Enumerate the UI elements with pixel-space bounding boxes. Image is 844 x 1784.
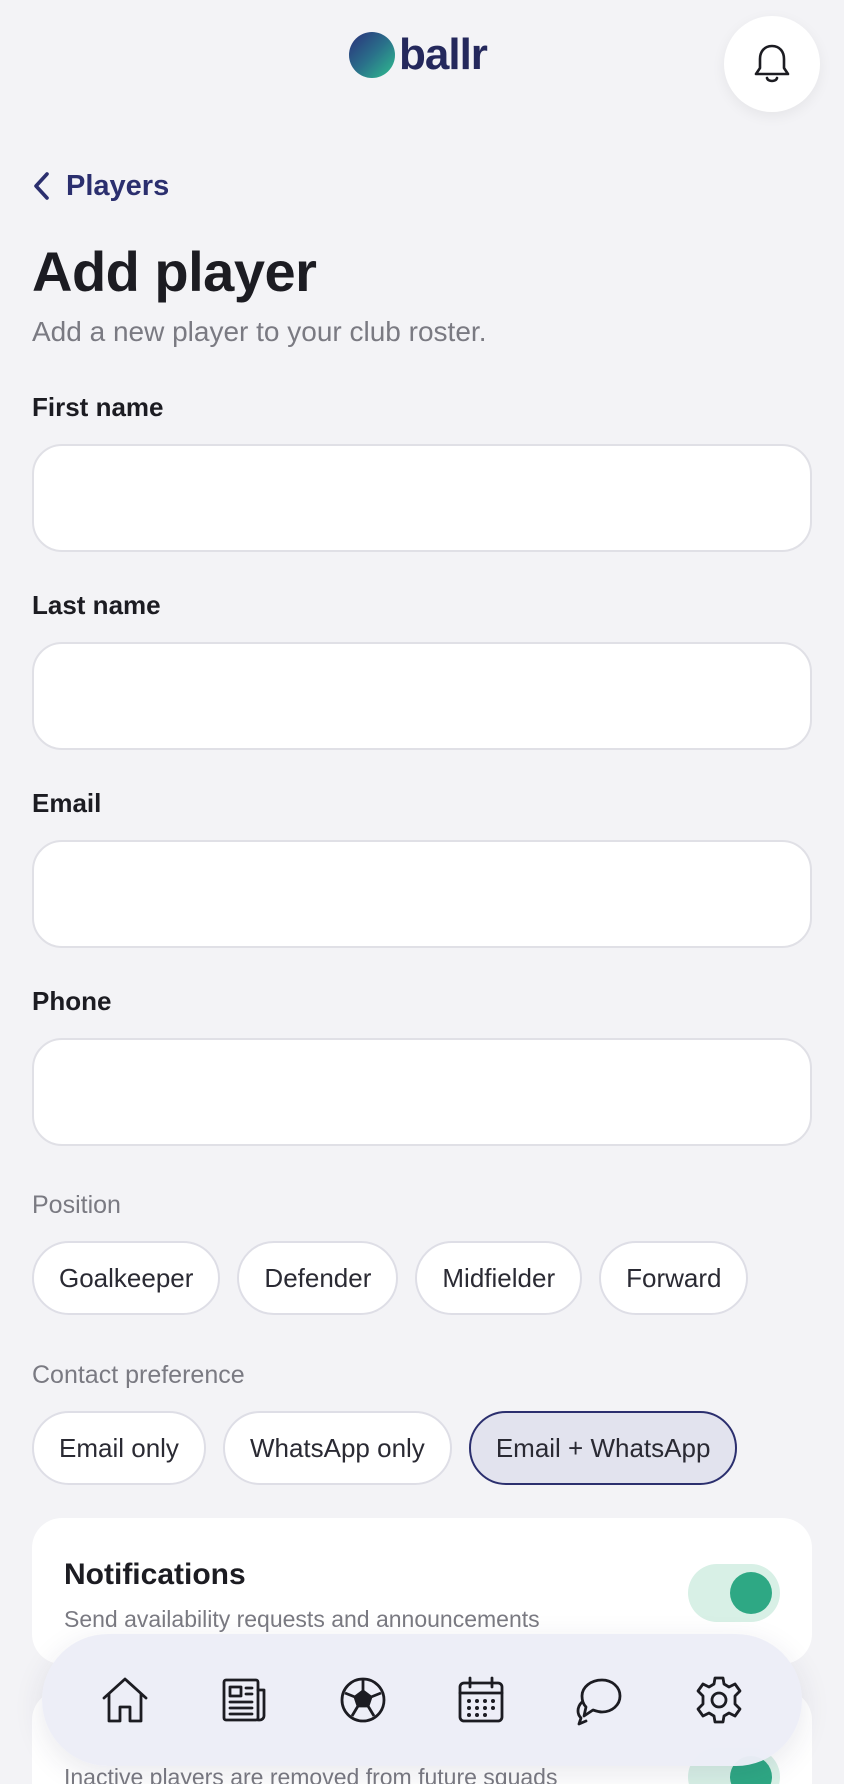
notifications-title: Notifications xyxy=(64,1558,246,1591)
email-input[interactable] xyxy=(32,840,812,948)
position-chip-goalkeeper[interactable]: Goalkeeper xyxy=(32,1241,221,1315)
football-icon xyxy=(340,1677,386,1723)
contact-chip-whatsapp-only[interactable]: WhatsApp only xyxy=(222,1411,452,1485)
back-to-players-link[interactable]: Players xyxy=(32,166,169,206)
bottom-nav xyxy=(42,1634,802,1766)
logo-mark-icon xyxy=(349,32,395,78)
inactive-players-description: Inactive players are removed from future… xyxy=(64,1764,558,1784)
settings-gear-icon xyxy=(696,1676,742,1724)
first-name-label: First name xyxy=(32,392,164,422)
nav-matches[interactable] xyxy=(333,1670,393,1730)
contact-preference-chip-group: Email only WhatsApp only Email + WhatsAp… xyxy=(32,1411,738,1485)
position-chip-midfielder[interactable]: Midfielder xyxy=(415,1241,583,1315)
notifications-toggle[interactable] xyxy=(688,1564,780,1622)
phone-label: Phone xyxy=(32,986,112,1016)
nav-chat[interactable] xyxy=(570,1670,630,1730)
notifications-button[interactable] xyxy=(724,16,820,112)
logo-text: ballr xyxy=(399,30,488,79)
toggle-knob xyxy=(730,1572,772,1614)
nav-calendar[interactable] xyxy=(451,1670,511,1730)
chevron-left-icon xyxy=(34,172,49,200)
contact-preference-label: Contact preference xyxy=(32,1361,245,1389)
back-link-label: Players xyxy=(66,169,170,202)
news-icon xyxy=(222,1678,266,1722)
contact-chip-email-whatsapp[interactable]: Email + WhatsApp xyxy=(468,1411,738,1485)
last-name-input[interactable] xyxy=(32,642,812,750)
nav-settings[interactable] xyxy=(689,1670,749,1730)
nav-news[interactable] xyxy=(214,1670,274,1730)
home-icon xyxy=(102,1677,148,1723)
contact-chip-email-only[interactable]: Email only xyxy=(32,1411,206,1485)
ballr-logo: ballr xyxy=(349,30,488,80)
last-name-label: Last name xyxy=(32,590,161,620)
email-label: Email xyxy=(32,788,102,818)
bell-icon xyxy=(754,44,790,83)
position-chip-group: Goalkeeper Defender Midfielder Forward xyxy=(32,1241,749,1315)
position-label: Position xyxy=(32,1191,121,1219)
app-header: ballr xyxy=(0,0,844,120)
nav-home[interactable] xyxy=(95,1670,155,1730)
calendar-icon xyxy=(458,1676,504,1723)
chat-icon xyxy=(576,1678,622,1726)
page-subtitle: Add a new player to your club roster. xyxy=(32,316,487,347)
position-chip-forward[interactable]: Forward xyxy=(599,1241,749,1315)
first-name-input[interactable] xyxy=(32,444,812,552)
page-title: Add player xyxy=(32,240,317,303)
phone-input[interactable] xyxy=(32,1038,812,1146)
notifications-description: Send availability requests and announcem… xyxy=(64,1606,540,1632)
position-chip-defender[interactable]: Defender xyxy=(237,1241,399,1315)
